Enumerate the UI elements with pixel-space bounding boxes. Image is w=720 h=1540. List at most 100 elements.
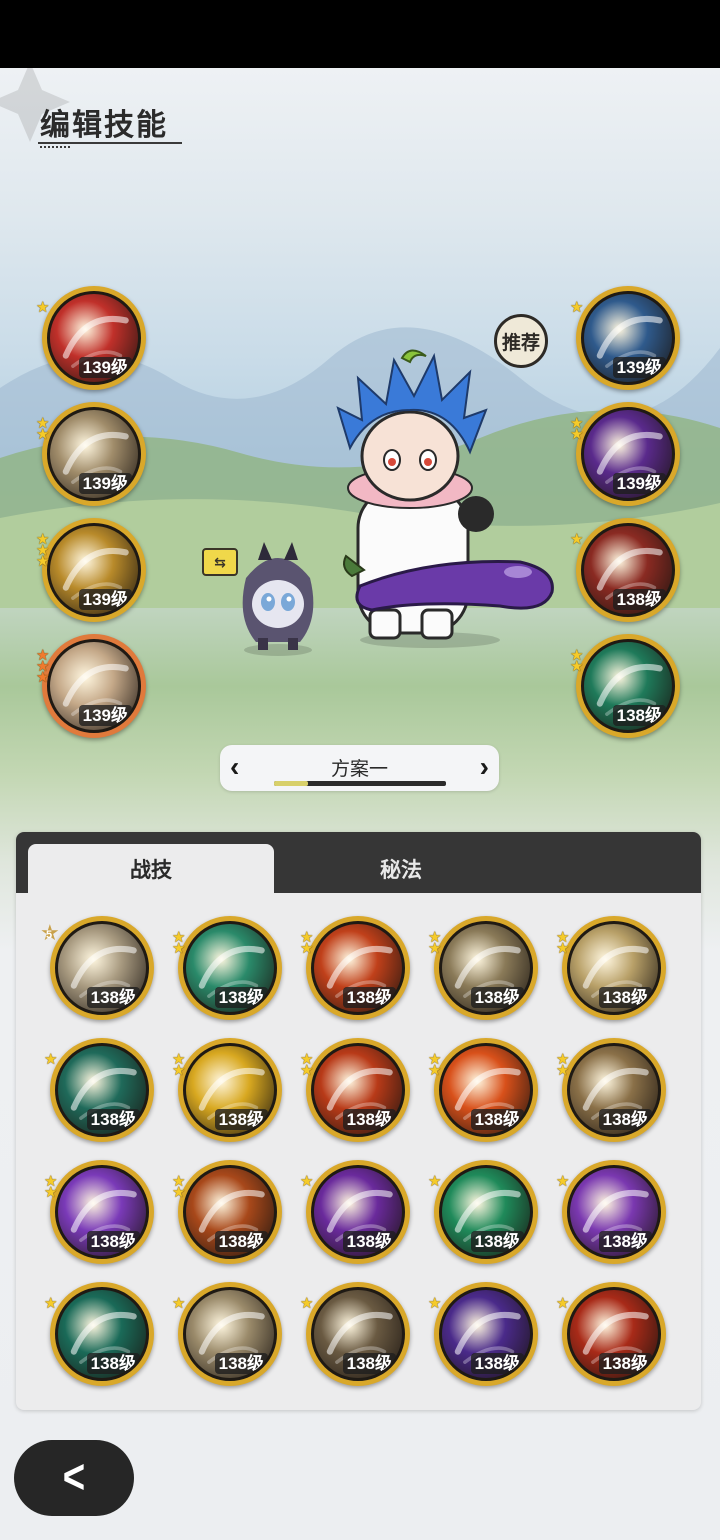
skill-slot[interactable]: 138级 ★ [44,1038,154,1142]
skill-slot[interactable]: 138级 ★ [300,1160,410,1264]
star-icon: ★ [428,1173,442,1190]
star-rating: ★ ★ [570,416,583,442]
skill-level: 138级 [214,1109,268,1130]
skill-slot[interactable]: 138级 ★ ★ [428,1038,538,1142]
tornado-icon: 138级 [55,921,149,1015]
skill-level: 138级 [214,1353,268,1374]
star-icon: ★ [556,1295,570,1312]
skill-slot[interactable]: 139级 ★ ★ ★ [36,518,146,622]
star-icon: ★ [428,1062,442,1079]
star-rating: ★ ★ [172,1174,185,1200]
skill-slot[interactable]: 138级 ★ [556,1160,666,1264]
web-icon: 138级 [55,1043,149,1137]
skill-slot[interactable]: 138级 ★ ★ [172,1160,282,1264]
star-rating: ★ ★ ★ [36,532,50,570]
star-rating: ★ ★ [300,1052,314,1079]
star-icon: ★ [36,426,50,443]
skill-slot[interactable]: 138级 ★ 5 [40,916,154,1020]
title-underline [38,142,182,144]
star-rating: ★ ★ [428,1052,442,1079]
skill-level: 138级 [612,589,666,610]
star-icon: ★ [570,531,584,548]
star-icon: ★ [44,1051,58,1068]
star-icon: ★ [44,1184,58,1201]
star-icon: ★ [300,1062,314,1079]
green-arrows-icon: 138级 [439,1165,533,1259]
explosion-icon: 138级 [567,1043,661,1137]
skill-slot[interactable]: 138级 ★ [44,1282,154,1386]
demon-mark-icon: 138级 [439,1043,533,1137]
preset-name: 方案一 [330,759,388,780]
star-rating: ★ [428,1296,441,1311]
golden-gem-icon: 138级 [183,1043,277,1137]
skill-slot[interactable]: 138级 ★ ★ [570,634,680,738]
star-rating: ★ [44,1051,58,1068]
skill-slot[interactable]: 138级 ★ [428,1160,538,1264]
heal-plus-icon: 138级 [581,639,675,733]
skill-edit-screen: 编辑技能 139级 ★ 139级 ★ ★ 139级 ★ ★ ★ 139级 ★ ★ ★ 139级 ★ 139级… [0,68,720,1540]
star-rating: ★ [36,299,50,316]
skill-slot[interactable]: 138级 ★ [556,1282,666,1386]
skill-slot[interactable]: 138级 ★ [172,1282,282,1386]
star-icon: ★ [36,553,50,570]
skill-level: 138级 [598,1353,652,1374]
chevron-left-icon: < [62,1451,86,1504]
star-rating: ★ [428,1173,442,1190]
star-icon: ★ [172,1062,186,1079]
skill-slot[interactable]: 139级 ★ ★ [570,402,680,506]
skill-slot[interactable]: 138级 ★ ★ [556,1038,666,1142]
star-rating: ★ ★ [300,930,313,956]
star-rating: ★ ★ [172,1052,186,1079]
flame-arc-icon: 138级 [311,1043,405,1137]
skill-slot[interactable]: 138级 ★ [570,518,680,622]
star-rating: ★ ★ ★ [36,648,49,685]
skill-level: 139级 [78,357,132,378]
purple-roses-icon: 138级 [567,1165,661,1259]
skill-slot[interactable]: 138级 ★ ★ [44,1160,154,1264]
red-comet-icon: 138级 [567,1287,661,1381]
skill-level: 138级 [342,1353,396,1374]
star-rank-icon: ★ 5 [40,920,60,945]
spike-burst-icon: 138级 [183,1287,277,1381]
tab-combat-skills[interactable]: 战技 [28,844,274,893]
star-icon: ★ [172,940,186,957]
star-icon: ★ [556,1062,570,1079]
skill-level: 138级 [470,1353,524,1374]
skill-slot[interactable]: 138级 ★ ★ [428,916,538,1020]
star-rating: ★ [300,1173,314,1190]
preset-progress-fill [274,781,309,786]
jade-blade-icon: 138级 [55,1287,149,1381]
back-button[interactable]: < [14,1440,134,1516]
claw-hand-icon: 139级 [47,407,141,501]
skill-level: 138级 [342,1231,396,1252]
arcane-orb-icon: 138级 [55,1165,149,1259]
star-rating: ★ ★ [172,930,186,957]
tab-secret-arts[interactable]: 秘法 [286,844,516,893]
skill-slot[interactable]: 138级 ★ ★ [556,916,666,1020]
chevron-right-icon[interactable]: › [480,753,489,781]
tab-bar: 战技 秘法 [16,832,701,893]
skill-slot[interactable]: 139级 ★ [36,286,146,390]
star-icon: ★ [556,1173,570,1190]
star-icon: ★ [36,299,50,316]
star-rating: ★ [556,1173,570,1190]
skill-slot[interactable]: 139级 ★ ★ [36,402,146,506]
skill-slot[interactable]: 139级 ★ [570,286,680,390]
star-icon: ★ [300,1295,314,1312]
skill-slot[interactable]: 139级 ★ ★ ★ [36,634,146,738]
skill-slot[interactable]: 138级 ★ ★ [172,916,282,1020]
star-rating: ★ ★ [570,648,583,674]
title-dots [40,146,70,148]
skill-level: 138级 [598,1109,652,1130]
star-icon: ★ [300,1173,314,1190]
hero-character [336,349,554,648]
skill-slot[interactable]: 138级 ★ ★ [300,1038,410,1142]
skill-slot[interactable]: 138级 ★ ★ [172,1038,282,1142]
star-rating: ★ [44,1296,57,1311]
whirlwind-icon: 139级 [47,639,141,733]
skill-level: 138级 [86,987,140,1008]
skill-slot[interactable]: 138级 ★ [300,1282,410,1386]
skill-slot[interactable]: 138级 ★ ★ [300,916,410,1020]
skill-slot[interactable]: 138级 ★ [428,1282,538,1386]
star-icon: ★ [556,940,570,957]
